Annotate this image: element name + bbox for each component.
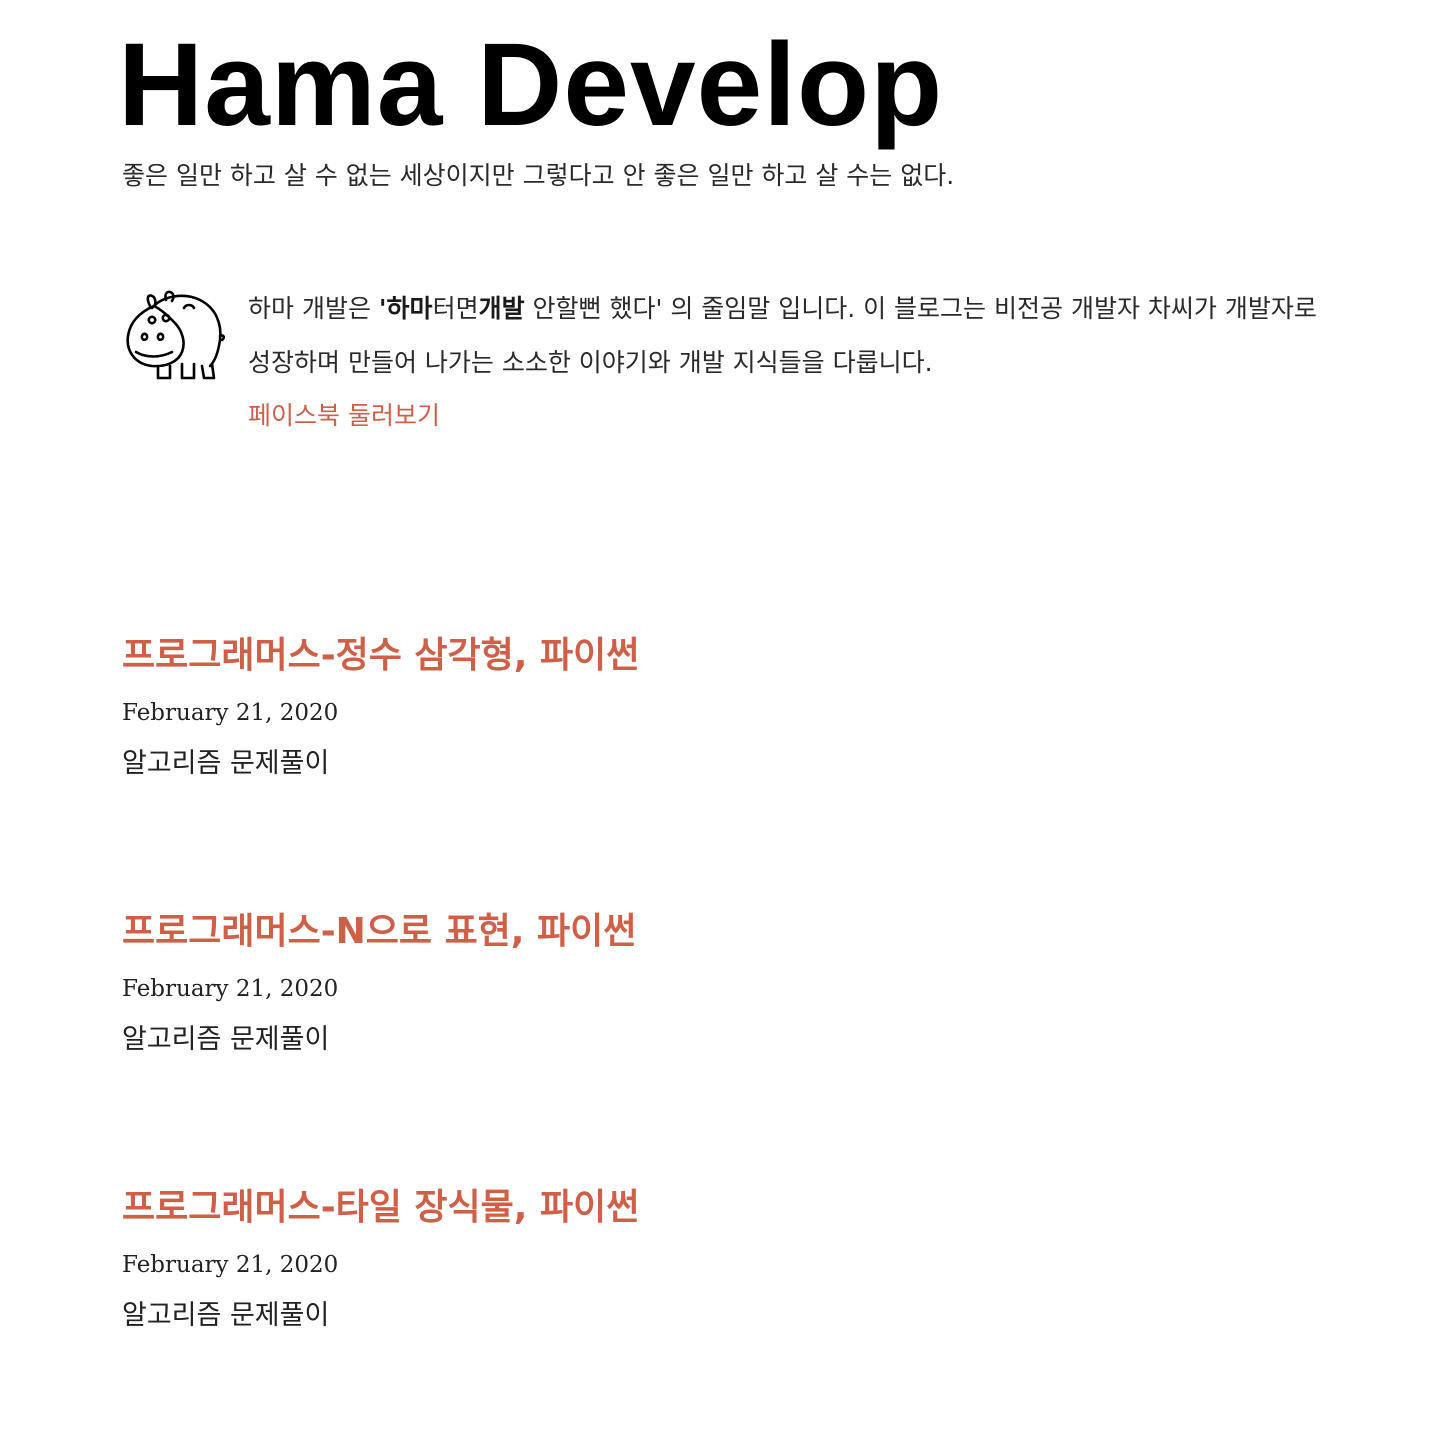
post-item: 프로그래머스-정수 삼각형, 파이썬 February 21, 2020 알고리… (122, 628, 1322, 904)
post-description: 알고리즘 문제풀이 (122, 1300, 330, 1331)
post-title-link[interactable]: 프로그래머스-타일 장식물, 파이썬 (122, 1187, 639, 1228)
bio-section: 하마 개발은 '하마터면개발 안할뻔 했다' 의 줄임말 입니다. 이 블로그는… (122, 282, 1332, 442)
post-date: February 21, 2020 (122, 1252, 339, 1278)
post-item: 프로그래머스-N으로 표현, 파이썬 February 21, 2020 알고리… (122, 904, 1322, 1180)
post-description: 알고리즘 문제풀이 (122, 1024, 330, 1055)
post-title: 프로그래머스-타일 장식물, 파이썬 (122, 1180, 1322, 1236)
bio-text: 하마 개발은 '하마터면개발 안할뻔 했다' 의 줄임말 입니다. 이 블로그는… (248, 282, 1328, 442)
bio-text-bold: 개발 (478, 294, 525, 323)
post-item: 프로그래머스-타일 장식물, 파이썬 February 21, 2020 알고리… (122, 1180, 1322, 1456)
post-title: 프로그래머스-정수 삼각형, 파이썬 (122, 628, 1322, 684)
bio-text-bold: '하마 (378, 294, 433, 323)
post-description: 알고리즘 문제풀이 (122, 748, 330, 779)
post-title-link[interactable]: 프로그래머스-정수 삼각형, 파이썬 (122, 635, 639, 676)
post-title: 프로그래머스-N으로 표현, 파이썬 (122, 904, 1322, 960)
post-title-link[interactable]: 프로그래머스-N으로 표현, 파이썬 (122, 911, 636, 952)
bio-text-part: 터면 (432, 294, 479, 323)
site-tagline: 좋은 일만 하고 살 수 없는 세상이지만 그렇다고 안 좋은 일만 하고 살 … (122, 161, 955, 190)
hippo-icon (126, 290, 226, 380)
bio-text-part: 하마 개발은 (248, 294, 379, 323)
post-list: 프로그래머스-정수 삼각형, 파이썬 February 21, 2020 알고리… (122, 628, 1322, 1456)
post-date: February 21, 2020 (122, 976, 339, 1002)
facebook-link[interactable]: 페이스북 둘러보기 (248, 390, 440, 442)
site-title[interactable]: Hama Develop (118, 20, 943, 150)
bio-text-part: 안할뻔 했다' (524, 294, 663, 323)
post-date: February 21, 2020 (122, 700, 339, 726)
